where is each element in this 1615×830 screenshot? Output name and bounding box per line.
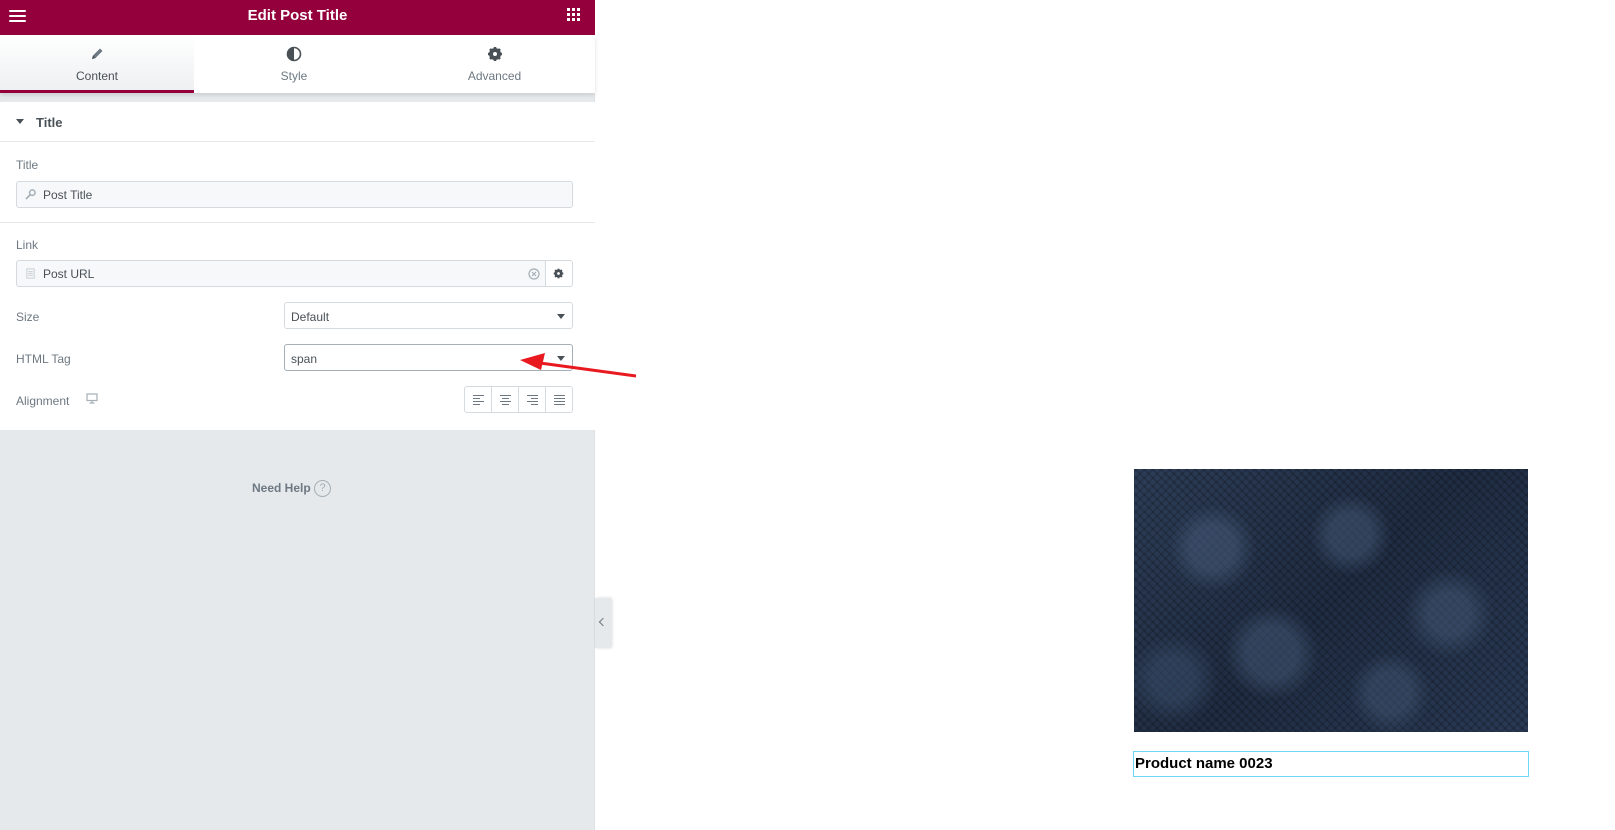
align-center-button[interactable] xyxy=(492,387,519,412)
html-tag-select-value: span xyxy=(291,352,318,366)
tab-advanced[interactable]: Advanced xyxy=(394,35,595,93)
alignment-button-group xyxy=(464,386,573,413)
align-left-button[interactable] xyxy=(465,387,492,412)
chevron-left-icon xyxy=(598,617,608,627)
chevron-down-icon xyxy=(557,356,565,361)
controls-section: Title Title Post Title Link Post URL Siz… xyxy=(0,102,595,430)
product-image xyxy=(1134,469,1528,732)
html-tag-control-label: HTML Tag xyxy=(16,352,71,366)
tab-content-label: Content xyxy=(75,69,119,83)
panel-title: Edit Post Title xyxy=(247,7,348,24)
tab-advanced-label: Advanced xyxy=(467,69,522,83)
desktop-icon[interactable] xyxy=(86,393,98,404)
alignment-control-label: Alignment xyxy=(16,394,70,408)
clear-circle-icon[interactable] xyxy=(528,268,540,280)
link-options-button[interactable] xyxy=(546,260,573,287)
title-field-value: Post Title xyxy=(43,188,93,202)
widgets-grid-icon[interactable] xyxy=(567,8,583,24)
editor-panel: Edit Post Title Content Style Advanced T… xyxy=(0,0,611,830)
link-field-value: Post URL xyxy=(43,267,95,281)
divider xyxy=(0,222,595,223)
title-control-label: Title xyxy=(16,158,39,172)
half-circle-icon xyxy=(286,46,302,62)
dynamic-tag-icon xyxy=(26,268,35,279)
html-tag-select[interactable]: span xyxy=(284,344,573,371)
section-title: Title xyxy=(36,115,63,130)
link-control-label: Link xyxy=(16,238,39,252)
size-select-value: Default xyxy=(291,310,330,324)
link-field[interactable]: Post URL xyxy=(16,260,546,287)
size-select[interactable]: Default xyxy=(284,302,573,329)
panel-tabs: Content Style Advanced xyxy=(0,35,595,93)
tab-content[interactable]: Content xyxy=(0,35,194,93)
tab-style-label: Style xyxy=(280,69,308,83)
caret-down-icon xyxy=(16,119,24,124)
product-title-widget[interactable]: Product name 0023 xyxy=(1133,751,1529,777)
cog-icon xyxy=(553,268,564,279)
size-control-label: Size xyxy=(16,310,40,324)
wrench-icon xyxy=(25,189,36,200)
section-header-title[interactable]: Title xyxy=(0,102,595,142)
title-field[interactable]: Post Title xyxy=(16,181,573,208)
panel-header: Edit Post Title xyxy=(0,0,595,35)
tab-style[interactable]: Style xyxy=(194,35,394,93)
gear-icon xyxy=(487,47,502,61)
help-question-icon[interactable]: ? xyxy=(314,480,331,497)
pencil-icon xyxy=(92,48,103,59)
panel-collapse-toggle[interactable] xyxy=(595,598,611,648)
chevron-down-icon xyxy=(557,314,565,319)
need-help-link[interactable]: Need Help xyxy=(252,481,311,495)
align-right-button[interactable] xyxy=(519,387,546,412)
align-justify-button[interactable] xyxy=(546,387,572,412)
